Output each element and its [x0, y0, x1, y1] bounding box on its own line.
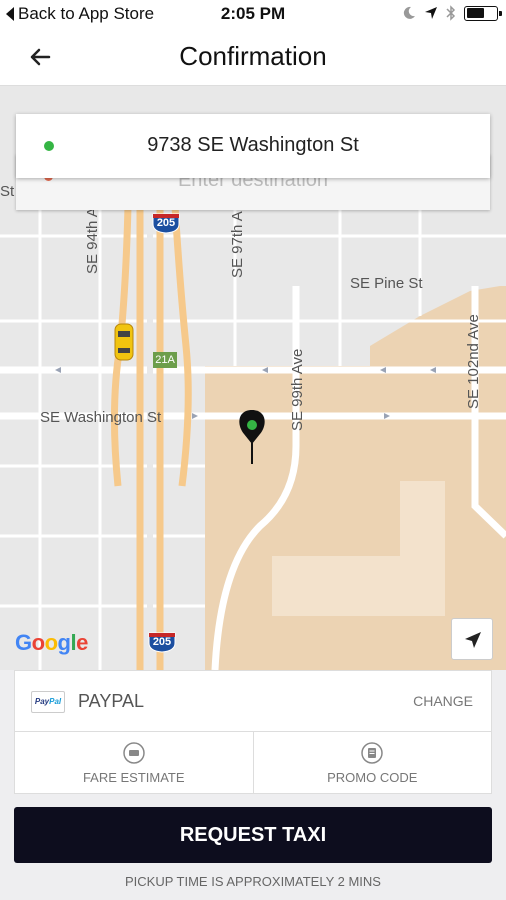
street-label-se-97th: SE 97th A — [229, 211, 246, 278]
fare-estimate-label: FARE ESTIMATE — [82, 770, 185, 785]
google-attribution-logo: Google — [15, 630, 88, 655]
promo-code-button[interactable]: PROMO CODE — [252, 732, 492, 793]
options-row: FARE ESTIMATE PROMO CODE — [14, 732, 492, 794]
bottom-panel: PayPal PAYPAL CHANGE FARE ESTIMATE PROMO… — [0, 670, 506, 900]
interstate-shield-label: 205 — [156, 217, 176, 229]
bluetooth-icon — [446, 5, 456, 21]
change-payment-button[interactable]: CHANGE — [413, 693, 473, 709]
navigation-arrow-icon — [465, 632, 481, 648]
fare-estimate-button[interactable]: FARE ESTIMATE — [15, 732, 253, 793]
nav-header: Confirmation — [0, 28, 506, 86]
street-label-se-94th: SE 94th A — [84, 207, 101, 274]
payment-method-row[interactable]: PayPal PAYPAL CHANGE — [14, 670, 492, 732]
taxi-car-icon — [114, 323, 134, 361]
street-label-se-pine: SE Pine St — [350, 275, 423, 292]
payment-method-label: PAYPAL — [78, 691, 145, 711]
request-taxi-button[interactable]: REQUEST TAXI — [14, 807, 492, 863]
street-label-se-99th: SE 99th Ave — [289, 348, 306, 431]
battery-icon — [464, 5, 502, 21]
street-label-se-102nd: SE 102nd Ave — [465, 314, 482, 409]
moon-icon — [403, 6, 415, 19]
street-label-edge: St — [0, 183, 15, 200]
interstate-shield-icon: 205 — [151, 212, 181, 234]
paypal-logo-icon: PayPal — [31, 691, 65, 713]
promo-code-icon — [361, 742, 383, 764]
status-icons — [402, 5, 502, 21]
street-label-se-washington: SE Washington St — [40, 409, 162, 426]
location-arrow-icon — [425, 7, 437, 19]
exit-label: 21A — [153, 352, 177, 368]
page-title: Confirmation — [179, 41, 327, 71]
status-bar: Back to App Store 2:05 PM — [0, 0, 506, 28]
pickup-address: 9738 SE Washington St — [147, 134, 359, 156]
interstate-shield-label: 205 — [152, 636, 172, 648]
address-card: Enter destination 9738 SE Washington St — [16, 114, 490, 210]
fare-estimate-icon — [123, 742, 145, 764]
promo-code-label: PROMO CODE — [327, 770, 418, 785]
map-view[interactable]: St SE 94th A SE 97th A SE Pine St SE Was… — [0, 86, 506, 670]
interstate-shield-icon: 205 — [147, 631, 177, 653]
pickup-time-text: PICKUP TIME IS APPROXIMATELY 2 MINS — [125, 874, 381, 889]
my-location-button[interactable] — [451, 618, 493, 660]
pickup-field[interactable]: 9738 SE Washington St — [16, 114, 490, 178]
